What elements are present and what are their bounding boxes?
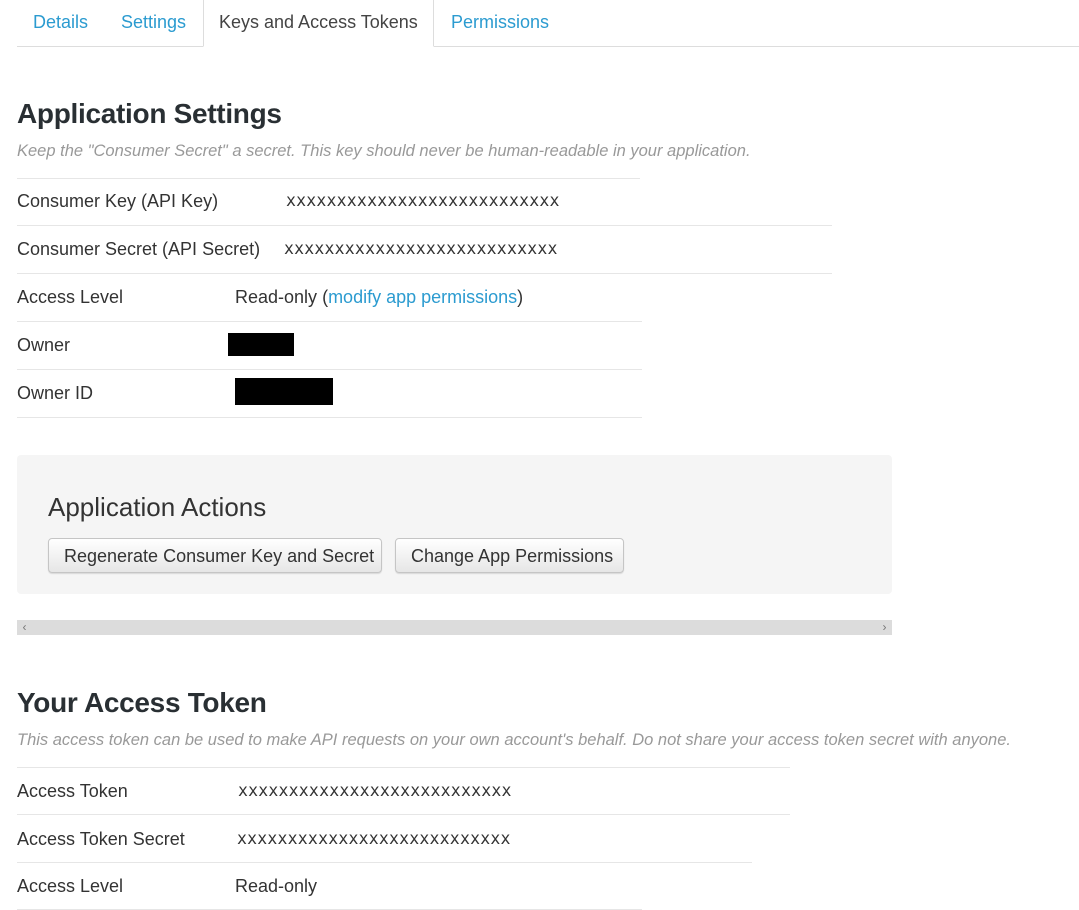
consumer-key-row: Consumer Key (API Key) xxxxxxxxxxxxxxxxx… [17,177,832,225]
access-level-value: Read-only [235,287,318,307]
application-actions-heading: Application Actions [48,492,267,522]
access-token-description: This access token can be used to make AP… [17,731,1011,749]
access-level-value-group: Read-only (modify app permissions) [235,273,523,321]
access-level-label: Access Level [17,287,124,307]
owner-id-redacted [235,378,333,405]
paren-close: ) [517,287,524,307]
token-access-level-label: Access Level [17,876,124,896]
scroll-left-icon[interactable]: ‹ [17,620,32,635]
token-access-level-value: Read-only [235,876,318,896]
access-token-heading: Your Access Token [17,687,267,718]
tab-details[interactable]: Details [33,0,88,45]
consumer-key-label: Consumer Key (API Key) [17,191,219,211]
owner-row: Owner [17,321,642,369]
tab-bar: Details Settings Keys and Access Tokens … [17,0,1079,47]
owner-id-label: Owner ID [17,383,94,403]
application-settings-heading: Application Settings [17,98,282,129]
owner-redacted [228,333,294,356]
access-level-row: Access Level Read-only (modify app permi… [17,273,642,321]
consumer-secret-value: xxxxxxxxxxxxxxxxxxxxxxxxxxx [284,239,558,258]
app-keys-page: Details Settings Keys and Access Tokens … [0,0,1079,910]
access-token-label: Access Token [17,781,128,801]
access-token-secret-value: xxxxxxxxxxxxxxxxxxxxxxxxxxx [237,829,511,848]
access-token-secret-label: Access Token Secret [17,829,185,849]
owner-label: Owner [17,335,71,355]
modify-app-permissions-link[interactable]: modify app permissions [328,287,517,307]
tab-settings[interactable]: Settings [121,0,186,45]
tab-permissions[interactable]: Permissions [451,0,549,45]
change-app-permissions-button[interactable]: Change App Permissions [395,538,624,573]
horizontal-scrollbar[interactable]: ‹ › [17,620,892,635]
access-token-value: xxxxxxxxxxxxxxxxxxxxxxxxxxx [238,781,512,800]
access-token-row: Access Token xxxxxxxxxxxxxxxxxxxxxxxxxxx [17,767,790,815]
application-settings-description: Keep the "Consumer Secret" a secret. Thi… [17,142,751,160]
consumer-secret-label: Consumer Secret (API Secret) [17,239,261,259]
consumer-key-value: xxxxxxxxxxxxxxxxxxxxxxxxxxx [286,191,560,210]
access-token-secret-row: Access Token Secret xxxxxxxxxxxxxxxxxxxx… [17,815,752,863]
consumer-secret-row: Consumer Secret (API Secret) xxxxxxxxxxx… [17,225,832,273]
regenerate-consumer-key-button[interactable]: Regenerate Consumer Key and Secret [48,538,382,573]
owner-id-row: Owner ID [17,369,642,417]
row-divider [17,417,642,418]
scroll-right-icon[interactable]: › [877,620,892,635]
tab-keys-and-access-tokens[interactable]: Keys and Access Tokens [203,0,434,47]
token-access-level-row: Access Level Read-only [17,862,642,910]
application-actions-panel: Application Actions Regenerate Consumer … [17,455,892,594]
